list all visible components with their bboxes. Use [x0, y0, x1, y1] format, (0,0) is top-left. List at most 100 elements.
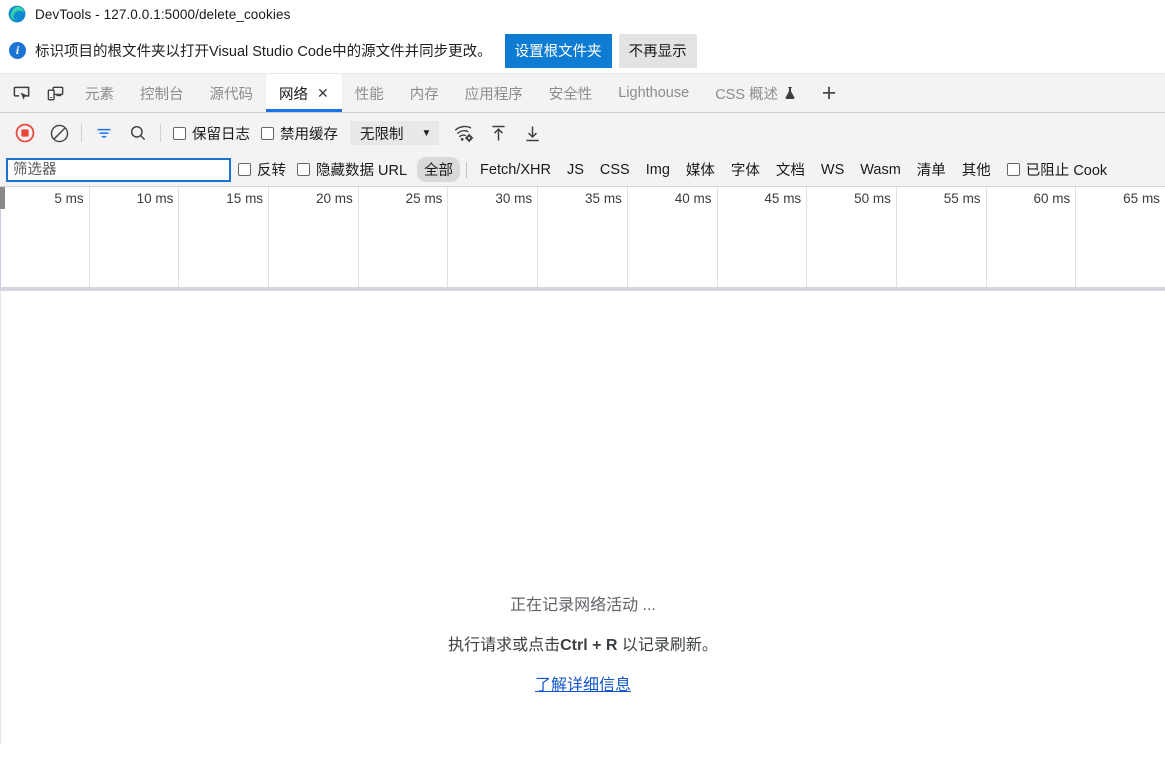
timeline-tick: 60 ms [987, 187, 1077, 287]
tab-sources[interactable]: 源代码 [197, 74, 267, 112]
tick-label: 10 ms [136, 191, 174, 206]
tick-label: 65 ms [1123, 191, 1160, 206]
filter-type-manifest[interactable]: 清单 [910, 157, 953, 182]
timeline-tick: 55 ms [897, 187, 987, 287]
device-toolbar-button[interactable] [38, 74, 72, 112]
close-icon[interactable]: ✕ [317, 86, 329, 100]
filter-type-js[interactable]: JS [560, 160, 591, 180]
recording-status-text: 正在记录网络活动 ... [510, 597, 656, 614]
tick-label: 60 ms [1033, 191, 1071, 206]
search-icon [130, 125, 146, 141]
filter-icon [97, 128, 111, 138]
checkbox-box [173, 126, 186, 140]
toolbar-divider [81, 124, 82, 142]
timeline-tick: 40 ms [628, 187, 718, 287]
tick-label: 40 ms [674, 191, 712, 206]
timeline-ruler: 5 ms 10 ms 15 ms 20 ms 25 ms 30 ms 35 ms… [0, 187, 1165, 287]
tick-label: 45 ms [764, 191, 802, 206]
add-panel-button[interactable]: + [809, 74, 849, 112]
disable-cache-label: 禁用缓存 [280, 126, 338, 143]
tab-application[interactable]: 应用程序 [452, 74, 536, 112]
filter-type-fetch-xhr[interactable]: Fetch/XHR [473, 160, 558, 180]
preserve-log-label: 保留日志 [192, 126, 250, 143]
record-button[interactable] [8, 118, 42, 148]
timeline-tick: 65 ms [1076, 187, 1165, 287]
tick-label: 55 ms [943, 191, 981, 206]
hint-prefix: 执行请求或点击 [448, 637, 561, 654]
throttling-dropdown[interactable]: 无限制 ▼ [350, 121, 440, 145]
vscode-infobar: i 标识项目的根文件夹以打开Visual Studio Code中的源文件并同步… [0, 28, 1165, 74]
tick-label: 35 ms [585, 191, 622, 206]
timeline-tick: 50 ms [807, 187, 897, 287]
export-har-button[interactable] [515, 118, 549, 148]
tab-console[interactable]: 控制台 [127, 74, 197, 112]
tab-elements[interactable]: 元素 [72, 74, 127, 112]
tab-memory[interactable]: 内存 [397, 74, 452, 112]
network-conditions-button[interactable] [447, 118, 481, 148]
window-title: DevTools - 127.0.0.1:5000/delete_cookies [35, 6, 291, 22]
window-titlebar: DevTools - 127.0.0.1:5000/delete_cookies [0, 0, 1165, 28]
filter-type-media[interactable]: 媒体 [679, 157, 722, 182]
search-button[interactable] [121, 118, 155, 148]
filter-type-doc[interactable]: 文档 [769, 157, 812, 182]
preserve-log-checkbox[interactable]: 保留日志 [173, 123, 250, 144]
filter-divider [466, 161, 468, 178]
filter-input[interactable] [6, 157, 231, 182]
disable-cache-checkbox[interactable]: 禁用缓存 [261, 123, 338, 144]
hide-data-urls-checkbox[interactable]: 隐藏数据 URL [297, 159, 407, 180]
network-toolbar: 保留日志 禁用缓存 无限制 ▼ [0, 113, 1165, 153]
timeline-tick: 30 ms [448, 187, 539, 287]
checkbox-box [1006, 163, 1020, 176]
info-circle-icon: i [9, 42, 26, 59]
filter-type-font[interactable]: 字体 [724, 157, 767, 182]
blocked-cookies-checkbox[interactable]: 已阻止 Cook [1006, 159, 1107, 180]
tab-label: 网络 [279, 86, 308, 103]
empty-state-message: 正在记录网络活动 ... 执行请求或点击Ctrl + R 以记录刷新。 了解详细… [1, 591, 1165, 695]
edge-logo-icon [8, 5, 26, 23]
checkbox-box [297, 163, 310, 176]
inspect-element-icon [13, 86, 29, 100]
filter-type-css[interactable]: CSS [593, 160, 637, 180]
tick-label: 50 ms [854, 191, 891, 206]
tick-label: 15 ms [226, 191, 264, 206]
filter-toggle-button[interactable] [87, 118, 121, 148]
network-filter-bar: 反转 隐藏数据 URL 全部 Fetch/XHR JS CSS Img 媒体 字… [0, 153, 1165, 187]
timeline-tick: 15 ms [179, 187, 270, 287]
timeline-tick: 45 ms [718, 187, 808, 287]
clear-button[interactable] [42, 118, 76, 148]
learn-more-link[interactable]: 了解详细信息 [535, 677, 631, 694]
filter-type-img[interactable]: Img [639, 160, 677, 180]
tab-lighthouse[interactable]: Lighthouse [605, 74, 702, 112]
filter-type-all[interactable]: 全部 [417, 157, 461, 182]
filter-type-ws[interactable]: WS [814, 160, 851, 180]
tab-label: 控制台 [140, 86, 184, 103]
import-har-button[interactable] [481, 118, 515, 148]
timeline-tick: 25 ms [359, 187, 449, 287]
wifi-settings-icon [455, 125, 474, 143]
tab-css-overview[interactable]: CSS 概述 [702, 74, 809, 112]
device-toolbar-icon [47, 86, 63, 100]
network-overview-timeline[interactable]: 5 ms 10 ms 15 ms 20 ms 25 ms 30 ms 35 ms… [0, 187, 1165, 291]
timeline-tick: 20 ms [269, 187, 359, 287]
timeline-tick: 35 ms [538, 187, 628, 287]
checkbox-box [261, 126, 274, 140]
tab-security[interactable]: 安全性 [536, 74, 606, 112]
overview-scroll-handle[interactable] [0, 187, 5, 209]
tab-network[interactable]: 网络 ✕ [266, 74, 342, 112]
inspect-element-button[interactable] [4, 74, 38, 112]
tab-label: 源代码 [209, 86, 254, 103]
filter-type-other[interactable]: 其他 [955, 157, 998, 182]
clear-icon [50, 124, 68, 142]
import-har-icon [492, 125, 505, 140]
filter-type-wasm[interactable]: Wasm [853, 160, 908, 180]
tick-label: 5 ms [54, 191, 84, 206]
experimental-flask-icon [784, 86, 796, 100]
tab-label: 元素 [85, 86, 114, 103]
set-root-folder-button[interactable]: 设置根文件夹 [504, 33, 612, 68]
invert-checkbox[interactable]: 反转 [238, 159, 286, 180]
dont-show-again-button[interactable]: 不再显示 [618, 33, 697, 68]
tick-label: 25 ms [405, 191, 443, 206]
chevron-down-icon: ▼ [421, 127, 432, 139]
tab-performance[interactable]: 性能 [342, 74, 397, 112]
tab-label: CSS 概述 [715, 86, 779, 103]
